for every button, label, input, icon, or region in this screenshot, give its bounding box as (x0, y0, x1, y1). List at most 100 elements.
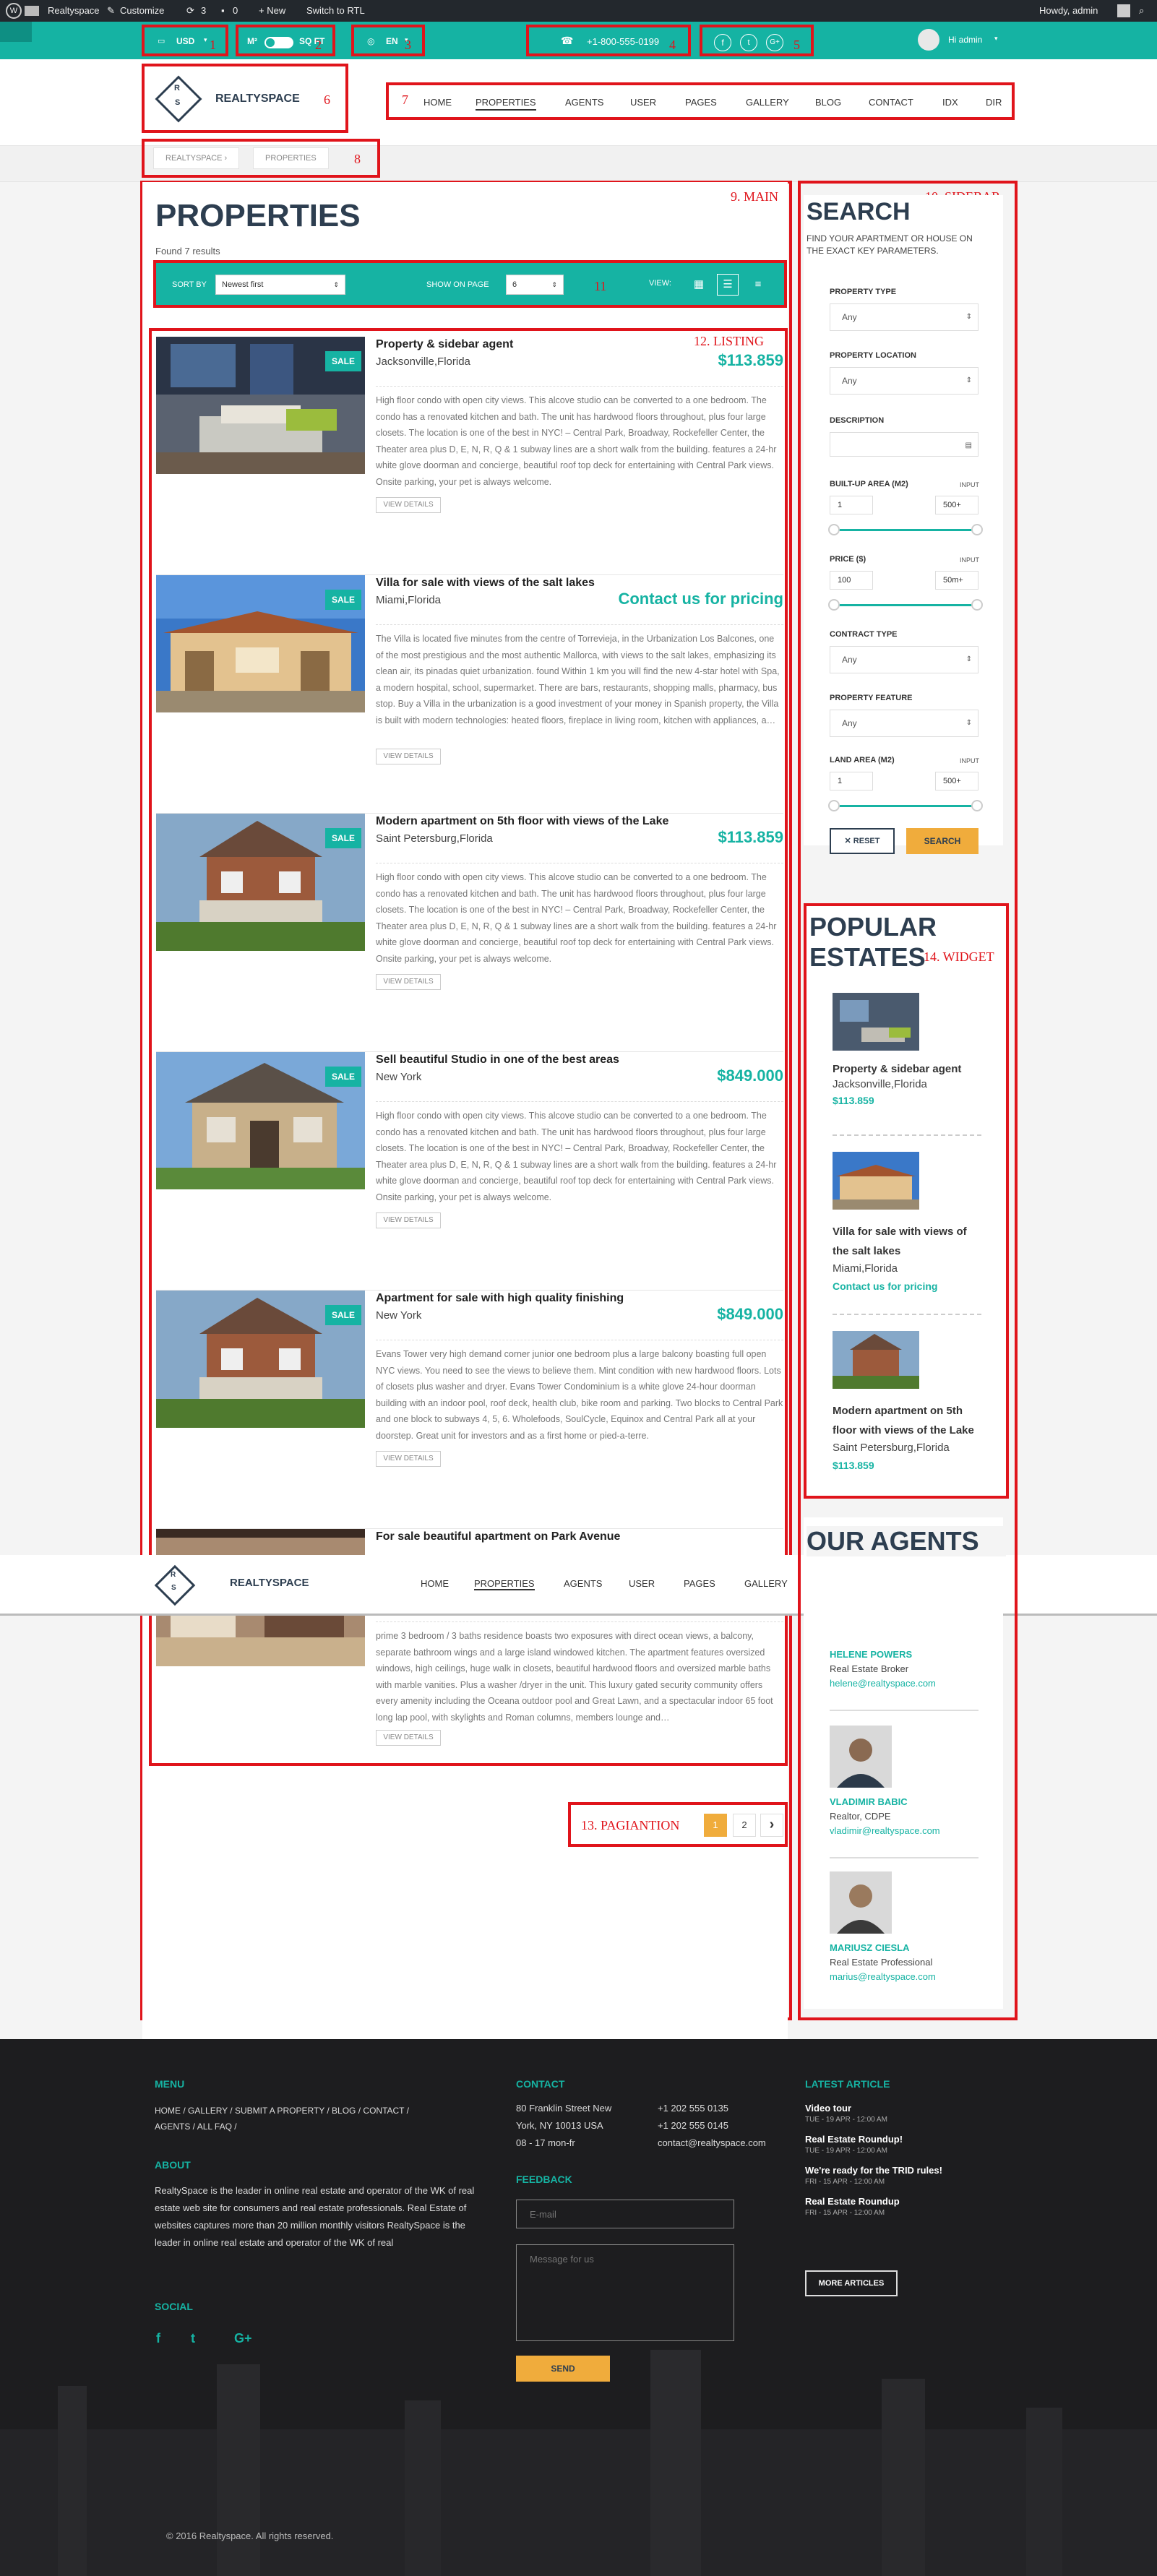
reset-button[interactable]: ✕ RESET (830, 828, 895, 854)
land-max-input[interactable]: 500+ (935, 772, 978, 791)
user-avatar[interactable] (918, 29, 939, 51)
popular-item-title[interactable]: Property & sidebar agent (833, 1063, 981, 1075)
builtup-slider-min[interactable] (828, 524, 840, 535)
contract-select[interactable]: Any ⇕ (830, 646, 978, 673)
howdy-link[interactable]: Howdy, admin (1039, 5, 1098, 16)
listing-card[interactable]: SALE Sell beautiful Studio in one of the… (156, 1052, 783, 1291)
nav-user[interactable]: USER (629, 1578, 655, 1589)
price-input-toggle[interactable]: INPUT (960, 556, 979, 564)
agent-item[interactable]: HELENE POWERS Real Estate Broker helene@… (830, 1649, 1003, 1689)
listing-title[interactable]: For sale beautiful apartment on Park Ave… (376, 1530, 620, 1543)
nav-home[interactable]: HOME (421, 1578, 449, 1589)
send-button[interactable]: SEND (516, 2356, 610, 2382)
nav-properties[interactable]: PROPERTIES (476, 97, 536, 111)
wordpress-icon[interactable]: W (6, 3, 22, 19)
builtup-min-input[interactable]: 1 (830, 496, 873, 514)
nav-agents[interactable]: AGENTS (564, 1578, 602, 1589)
agent-photo[interactable] (830, 1726, 892, 1788)
agent-email[interactable]: helene@realtyspace.com (830, 1678, 1003, 1689)
view-details-button[interactable]: VIEW DETAILS (376, 497, 441, 513)
agent-name[interactable]: VLADIMIR BABIC (830, 1796, 1003, 1807)
unit-toggle[interactable] (264, 37, 293, 48)
more-articles-button[interactable]: MORE ARTICLES (805, 2270, 898, 2296)
table-view-icon[interactable]: ≡ (749, 275, 767, 294)
google-plus-icon[interactable]: G+ (234, 2331, 252, 2346)
description-input[interactable]: ▤ (830, 432, 978, 457)
listing-card[interactable]: SALE Villa for sale with views of the sa… (156, 575, 783, 814)
updates-count[interactable]: 3 (201, 5, 206, 16)
agent-item[interactable]: MARIUSZ CIESLA Real Estate Professional … (830, 1942, 1003, 1982)
price-max-input[interactable]: 50m+ (935, 571, 978, 590)
listing-title[interactable]: Apartment for sale with high quality fin… (376, 1292, 624, 1305)
listing-title[interactable]: Sell beautiful Studio in one of the best… (376, 1054, 619, 1067)
logo[interactable]: R S REALTYSPACE 6 (142, 64, 348, 133)
list-view-icon[interactable]: ☰ (717, 274, 739, 296)
google-plus-icon[interactable]: G+ (766, 34, 783, 51)
price-slider-min[interactable] (828, 599, 840, 611)
view-details-button[interactable]: VIEW DETAILS (376, 1451, 441, 1467)
nav-idx[interactable]: IDX (942, 97, 958, 108)
popular-item-title[interactable]: Modern apartment on 5th floor with views… (833, 1401, 981, 1440)
comments-count[interactable]: 0 (233, 5, 238, 16)
article-title[interactable]: We're ready for the TRID rules! (805, 2165, 993, 2176)
footer-link-contact[interactable]: CONTACT (363, 2106, 404, 2116)
nav-home[interactable]: HOME (423, 97, 452, 108)
popular-item[interactable]: Modern apartment on 5th floor with views… (833, 1331, 981, 1471)
search-icon[interactable]: ⌕ (1139, 5, 1144, 17)
nav-gallery[interactable]: GALLERY (746, 97, 789, 108)
view-details-button[interactable]: VIEW DETAILS (376, 749, 441, 764)
property-type-select[interactable]: Any ⇕ (830, 303, 978, 331)
switch-rtl-link[interactable]: Switch to RTL (306, 5, 365, 16)
admin-avatar[interactable] (1117, 4, 1130, 17)
footer-link-home[interactable]: HOME (155, 2106, 181, 2116)
agent-email[interactable]: vladimir@realtyspace.com (830, 1825, 1003, 1836)
view-details-button[interactable]: VIEW DETAILS (376, 1212, 441, 1228)
customize-link[interactable]: Customize (120, 5, 164, 16)
search-button[interactable]: SEARCH (906, 828, 978, 854)
grid-view-icon[interactable]: ▦ (689, 275, 708, 294)
next-page-button[interactable]: › (760, 1814, 783, 1837)
nav-dir[interactable]: DIR (986, 97, 1002, 108)
footer-link-agents[interactable]: AGENTS (155, 2121, 190, 2132)
language-switcher[interactable]: ◎ EN ▾ (351, 25, 425, 56)
footer-link-faq[interactable]: ALL FAQ (197, 2121, 232, 2132)
land-slider-min[interactable] (828, 800, 840, 811)
agent-name[interactable]: HELENE POWERS (830, 1649, 1003, 1660)
popular-item-image[interactable] (833, 993, 919, 1051)
popular-item[interactable]: Property & sidebar agent Jacksonville,Fl… (833, 993, 981, 1106)
property-location-select[interactable]: Any ⇕ (830, 367, 978, 395)
phone-block[interactable]: ☎ +1-800-555-0199 (526, 25, 691, 56)
facebook-icon[interactable]: f (714, 34, 731, 51)
article-title[interactable]: Real Estate Roundup! (805, 2134, 993, 2145)
footer-link-gallery[interactable]: GALLERY (188, 2106, 228, 2116)
listing-card[interactable]: SALE Modern apartment on 5th floor with … (156, 814, 783, 1052)
footer-phone-1[interactable]: +1 202 555 0135 (658, 2103, 728, 2114)
listing-title[interactable]: Modern apartment on 5th floor with views… (376, 815, 668, 828)
breadcrumb-item[interactable]: REALTYSPACE › (153, 147, 240, 169)
nav-pages[interactable]: PAGES (685, 97, 717, 108)
article-title[interactable]: Real Estate Roundup (805, 2196, 993, 2207)
builtup-max-input[interactable]: 500+ (935, 496, 978, 514)
chevron-down-icon[interactable]: ▾ (994, 35, 998, 43)
nav-gallery[interactable]: GALLERY (744, 1578, 788, 1589)
twitter-icon[interactable]: t (740, 34, 757, 51)
popular-item[interactable]: Villa for sale with views of the salt la… (833, 1152, 981, 1292)
feedback-message-input[interactable] (516, 2244, 734, 2341)
feature-select[interactable]: Any ⇕ (830, 710, 978, 737)
price-slider-max[interactable] (971, 599, 983, 611)
site-name-link[interactable]: Realtyspace (48, 5, 100, 16)
builtup-input-toggle[interactable]: INPUT (960, 481, 979, 488)
nav-agents[interactable]: AGENTS (565, 97, 603, 108)
nav-blog[interactable]: BLOG (815, 97, 841, 108)
view-details-button[interactable]: VIEW DETAILS (376, 974, 441, 990)
user-menu[interactable]: Hi admin (948, 35, 982, 45)
listing-card[interactable]: SALE Property & sidebar agent Jacksonvil… (156, 337, 783, 575)
agent-email[interactable]: marius@realtyspace.com (830, 1971, 1003, 1982)
listing-title[interactable]: Property & sidebar agent (376, 338, 513, 351)
page-2-button[interactable]: 2 (733, 1814, 756, 1837)
twitter-icon[interactable]: t (191, 2331, 195, 2346)
footer-link-blog[interactable]: BLOG (332, 2106, 356, 2116)
agent-name[interactable]: MARIUSZ CIESLA (830, 1942, 1003, 1953)
popular-item-title[interactable]: Villa for sale with views of the salt la… (833, 1222, 981, 1261)
listing-card[interactable]: SALE Apartment for sale with high qualit… (156, 1291, 783, 1529)
